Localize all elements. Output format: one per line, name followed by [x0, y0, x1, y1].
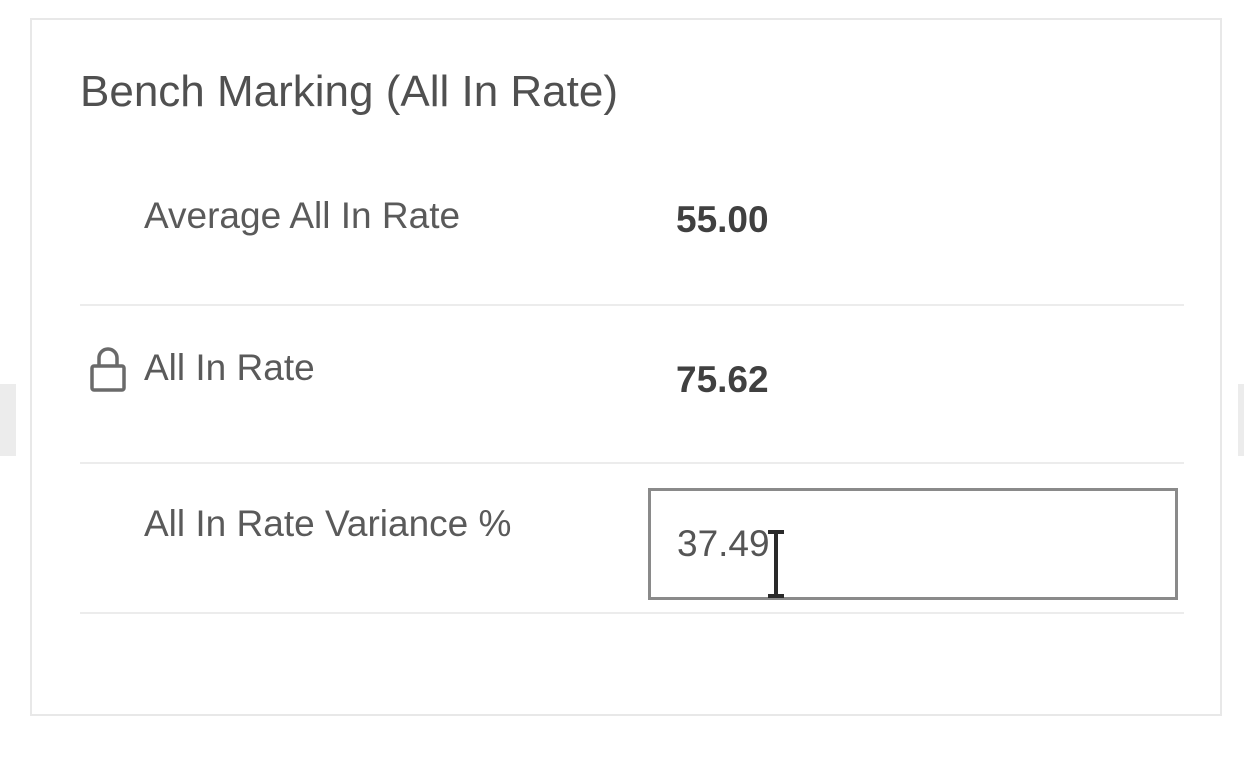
background-edge-right — [1238, 384, 1244, 456]
all-in-rate-variance-row: All In Rate Variance % — [80, 464, 1184, 614]
all-in-rate-value: 75.62 — [676, 359, 769, 400]
average-all-in-rate-label: Average All In Rate — [144, 195, 461, 236]
variance-input-wrapper — [648, 488, 1178, 600]
average-all-in-rate-row: Average All In Rate 55.00 — [80, 168, 1184, 306]
all-in-rate-label: All In Rate — [144, 347, 315, 388]
all-in-rate-row: All In Rate 75.62 — [80, 306, 1184, 464]
all-in-rate-variance-label: All In Rate Variance % — [144, 503, 512, 544]
bench-marking-card: Bench Marking (All In Rate) Average All … — [30, 18, 1222, 716]
all-in-rate-variance-input[interactable] — [648, 488, 1178, 600]
background-edge-left — [0, 384, 16, 456]
card-title: Bench Marking (All In Rate) — [80, 67, 618, 116]
average-all-in-rate-value: 55.00 — [676, 199, 769, 240]
lock-icon — [88, 344, 128, 394]
